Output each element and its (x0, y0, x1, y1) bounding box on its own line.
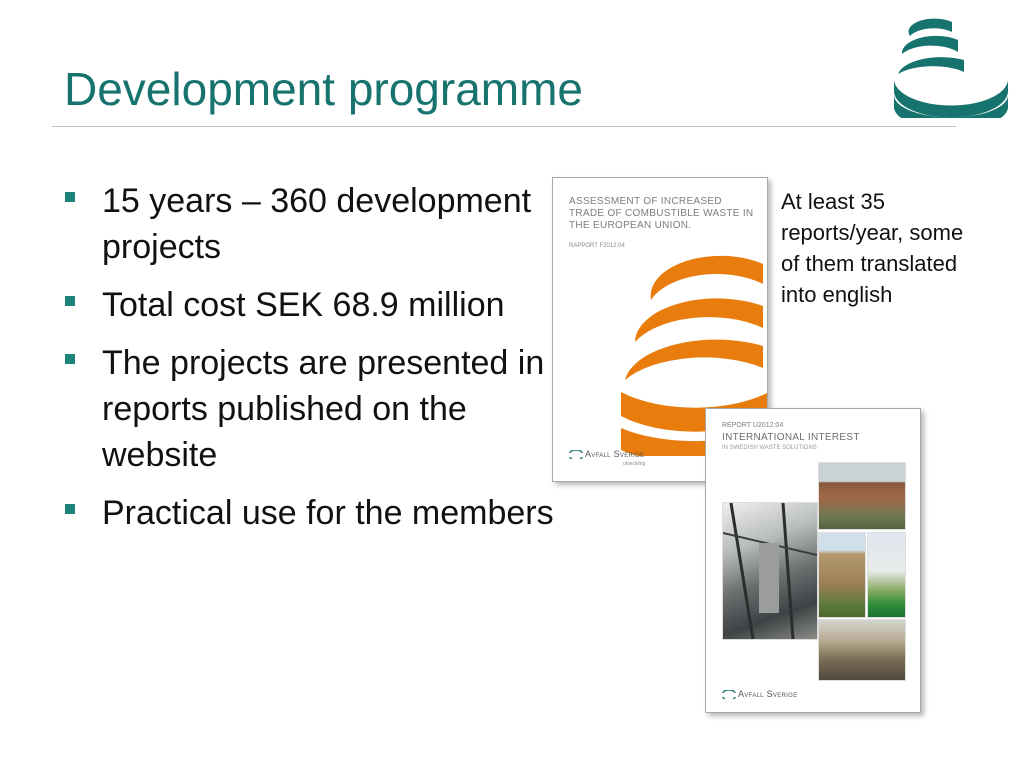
bullet-item: 15 years – 360 development projects (62, 178, 562, 270)
report-publisher-sub: utveckling (623, 461, 646, 467)
bullet-text: 15 years – 360 development projects (102, 182, 532, 266)
report-title: INTERNATIONAL INTEREST (722, 432, 860, 443)
report-publisher: Avfall Sverige (738, 689, 798, 699)
bullet-item: Practical use for the members (62, 490, 562, 536)
bullet-text: The projects are presented in reports pu… (102, 344, 545, 474)
slide-title: Development programme (64, 63, 584, 115)
photo-apartment-towers (867, 532, 906, 618)
side-note: At least 35 reports/year, some of them t… (781, 189, 964, 307)
photo-industrial-facility (722, 502, 818, 640)
avfall-sverige-logo-icon (894, 18, 1009, 118)
report-code: RAPPORT F2012:04 (569, 243, 625, 249)
bullet-list: 15 years – 360 development projects Tota… (62, 178, 562, 548)
photo-landfill-site (818, 619, 906, 681)
slide: Development programme 15 years – 360 dev… (0, 0, 1024, 768)
photo-stone-house (818, 532, 866, 618)
publisher-logo-icon (722, 690, 736, 699)
square-bullet-icon (65, 296, 75, 306)
bullet-item: Total cost SEK 68.9 million (62, 282, 562, 328)
report-subtitle: IN SWEDISH WASTE SOLUTIONS (722, 445, 817, 451)
photo-rooftops (818, 462, 906, 530)
bullet-text: Total cost SEK 68.9 million (102, 286, 505, 324)
report-title: ASSESSMENT OF INCREASED TRADE OF COMBUST… (569, 196, 754, 231)
square-bullet-icon (65, 192, 75, 202)
square-bullet-icon (65, 354, 75, 364)
report-code: REPORT U2012:04 (722, 422, 784, 429)
square-bullet-icon (65, 504, 75, 514)
bullet-text: Practical use for the members (102, 494, 554, 532)
report-publisher: Avfall Sverige (585, 449, 645, 459)
publisher-logo-icon (569, 450, 583, 459)
title-divider (52, 126, 956, 127)
bullet-item: The projects are presented in reports pu… (62, 340, 562, 478)
report-cover-international-interest: REPORT U2012:04 INTERNATIONAL INTEREST I… (705, 408, 921, 713)
